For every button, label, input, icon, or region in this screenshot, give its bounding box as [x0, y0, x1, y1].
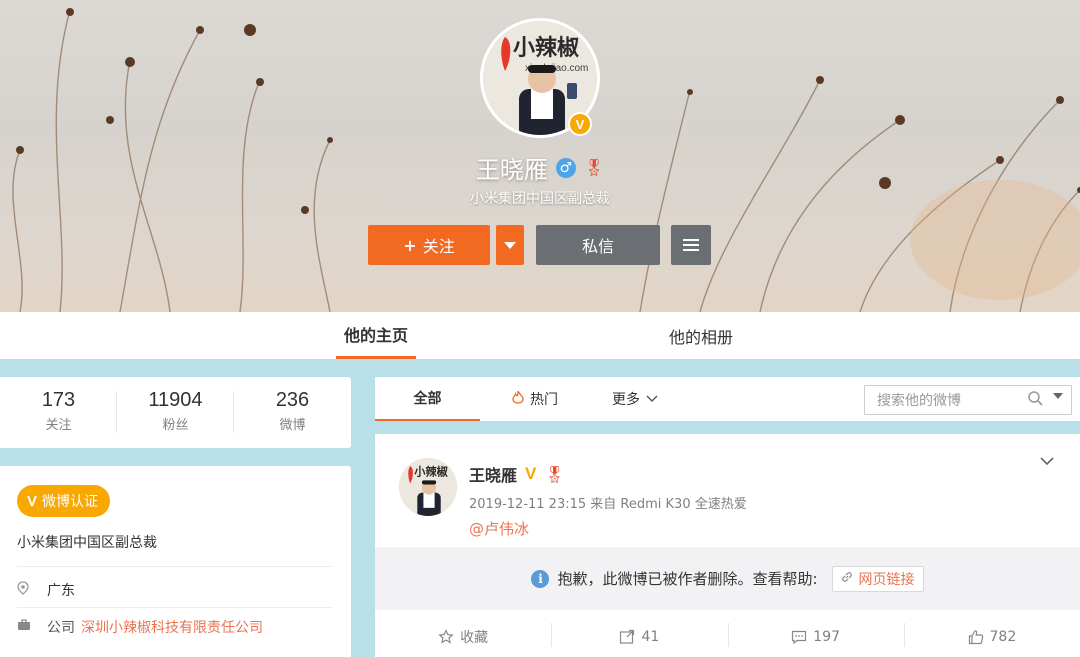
fire-icon	[512, 390, 524, 408]
post-mention-link[interactable]: @卢伟冰	[469, 518, 529, 539]
favorite-label: 收藏	[460, 630, 489, 646]
chevron-down-icon	[646, 395, 658, 402]
feed-tab-all[interactable]: 全部	[375, 377, 480, 421]
stat-value: 236	[275, 389, 310, 411]
weibo-verified-tag[interactable]: V 微博认证	[17, 485, 111, 517]
follow-button[interactable]: + 关注	[368, 225, 490, 265]
verified-v-icon: V	[27, 492, 38, 510]
briefcase-icon	[17, 619, 35, 635]
profile-name: 王晓雁	[475, 156, 548, 184]
tab-album[interactable]: 他的相册	[660, 312, 742, 359]
post-author-name[interactable]: 王晓雁	[469, 462, 517, 486]
location-text: 广东	[47, 583, 75, 599]
feed-tab-hot[interactable]: 热门	[500, 377, 570, 421]
divider	[17, 566, 333, 567]
info-icon: i	[531, 569, 550, 588]
stat-value: 11904	[148, 389, 203, 411]
repost-button[interactable]: 41	[551, 617, 727, 657]
stat-label: 关注	[45, 418, 72, 433]
profile-title: 小米集团中国区副总裁	[470, 191, 610, 207]
stat-label: 粉丝	[162, 418, 189, 433]
svg-text:小辣椒: 小辣椒	[513, 35, 579, 61]
verified-tag-label: 微博认证	[42, 494, 99, 510]
deleted-notice: i 抱歉，此微博已被作者删除。查看帮助: 网页链接	[375, 547, 1080, 610]
comment-count: 197	[813, 629, 840, 645]
stat-followers[interactable]: 11904 粉丝	[117, 389, 234, 433]
feed-tab-more-label: 更多	[612, 392, 640, 408]
deleted-text: 抱歉，此微博已被作者删除。查看帮助:	[557, 570, 818, 588]
thumbs-up-icon	[968, 630, 983, 645]
verified-v-icon: V	[525, 464, 537, 483]
avatar-photo: 小辣椒	[399, 458, 457, 516]
stat-following[interactable]: 173 关注	[0, 389, 117, 433]
search-dropdown-caret-icon[interactable]	[1053, 393, 1063, 399]
comment-button[interactable]: 197	[727, 617, 904, 657]
favorite-button[interactable]: 收藏	[375, 617, 551, 657]
company-link[interactable]: 深圳小辣椒科技有限责任公司	[81, 617, 263, 637]
post-author-avatar[interactable]: 小辣椒	[399, 458, 457, 516]
feed-tab-hot-label: 热门	[530, 392, 558, 408]
feed-tab-more[interactable]: 更多	[607, 377, 663, 421]
star-icon	[438, 629, 454, 644]
feed-search-input[interactable]: 搜索他的微博	[864, 385, 1072, 415]
more-menu-button[interactable]	[671, 225, 711, 265]
search-placeholder: 搜索他的微博	[877, 393, 961, 409]
follow-label: 关注	[422, 237, 455, 256]
profile-tabbar: 他的主页 他的相册	[0, 312, 1080, 359]
profile-info-panel: V 微博认证 小米集团中国区副总裁 广东 公司 深圳小辣椒科技有限责任公司	[0, 466, 351, 657]
tab-home[interactable]: 他的主页	[336, 312, 416, 359]
link-icon	[841, 571, 853, 587]
company-row: 公司 深圳小辣椒科技有限责任公司	[17, 617, 263, 637]
profile-cover: 小辣椒 xiaolajiao.com V 王晓雁 ♂ 🎖 小米集团中国区副总裁 …	[0, 0, 1080, 312]
message-button[interactable]: 私信	[536, 225, 660, 265]
repost-count: 41	[641, 629, 660, 645]
stat-posts[interactable]: 236 微博	[234, 389, 351, 433]
post-action-bar: 收藏 41 197 782	[375, 617, 1080, 657]
caret-down-icon	[504, 241, 516, 249]
feed-filter-bar: 全部 热门 更多 搜索他的微博	[375, 377, 1080, 421]
web-link-label: 网页链接	[858, 571, 915, 588]
location-row: 广东	[17, 580, 75, 600]
svg-text:小辣椒: 小辣椒	[413, 464, 448, 478]
follow-dropdown-button[interactable]	[496, 225, 524, 265]
plus-icon: +	[403, 235, 417, 255]
location-pin-icon	[17, 581, 35, 599]
stats-panel: 173 关注 11904 粉丝 236 微博	[0, 377, 351, 448]
verified-badge-icon: V	[568, 112, 592, 136]
post-meta[interactable]: 2019-12-11 23:15 来自 Redmi K30 全速热爱	[469, 493, 747, 512]
divider	[17, 607, 333, 608]
web-link-button[interactable]: 网页链接	[831, 565, 924, 592]
male-icon: ♂	[555, 157, 576, 178]
comment-icon	[792, 630, 807, 645]
repost-icon	[620, 629, 635, 644]
medal-icon[interactable]: 🎖	[584, 158, 604, 177]
post-options-chevron-icon[interactable]	[1040, 454, 1054, 468]
stat-label: 微博	[279, 418, 306, 433]
hamburger-icon	[683, 239, 699, 251]
like-count: 782	[989, 629, 1017, 645]
weibo-post-card: 小辣椒 王晓雁 V 🎖 2019-12-11 23:15 来自 Redmi K3…	[375, 434, 1080, 657]
company-label: 公司	[47, 620, 75, 636]
search-icon[interactable]	[1027, 390, 1043, 410]
like-button[interactable]: 782	[903, 617, 1080, 657]
verified-title: 小米集团中国区副总裁	[17, 535, 157, 551]
stat-value: 173	[41, 389, 76, 411]
medal-icon[interactable]: 🎖	[544, 465, 564, 484]
